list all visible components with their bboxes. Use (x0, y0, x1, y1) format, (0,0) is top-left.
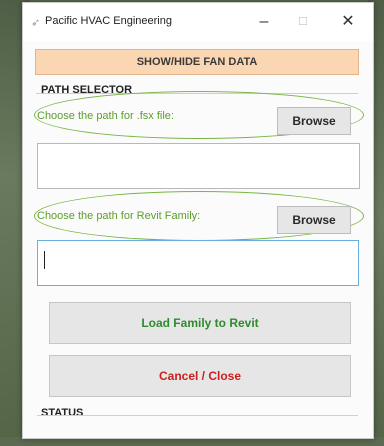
maximize-button[interactable]: ☐ (288, 11, 318, 33)
status-panel (37, 415, 358, 446)
fsx-path-label: Choose the path for .fsx file: (37, 110, 174, 122)
show-hide-fan-data-button[interactable]: SHOW/HIDE FAN DATA (35, 49, 359, 75)
fsx-path-input[interactable] (37, 143, 360, 189)
minimize-button[interactable]: – (249, 11, 279, 33)
window-title: Pacific HVAC Engineering (45, 15, 172, 27)
browse-revit-family-button[interactable]: Browse (277, 206, 351, 234)
title-bar[interactable]: ➶ Pacific HVAC Engineering – ☐ ✕ (23, 3, 373, 41)
text-caret (44, 251, 45, 269)
cancel-close-button[interactable]: Cancel / Close (49, 355, 351, 397)
browse-fsx-button[interactable]: Browse (277, 107, 351, 135)
app-icon: ➶ (31, 17, 41, 29)
revit-family-path-input[interactable] (37, 240, 359, 286)
revit-family-path-label: Choose the path for Revit Family: (37, 210, 201, 222)
load-family-to-revit-button[interactable]: Load Family to Revit (49, 302, 351, 344)
app-window: ➶ Pacific HVAC Engineering – ☐ ✕ SHOW/HI… (22, 2, 374, 439)
close-button[interactable]: ✕ (333, 11, 363, 33)
